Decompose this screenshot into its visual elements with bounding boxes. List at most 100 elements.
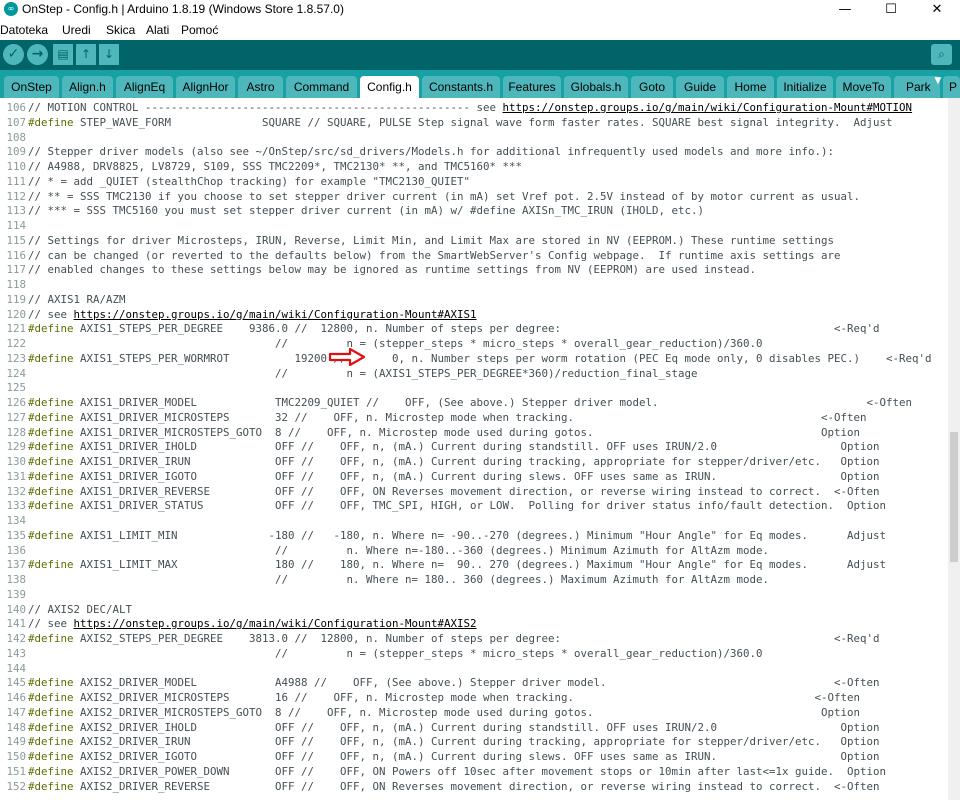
tab-astro[interactable]: Astro xyxy=(238,76,283,98)
arrow-down-icon: ↓ xyxy=(103,47,115,61)
tab-overflow[interactable]: P xyxy=(943,76,960,98)
tab-home[interactable]: Home xyxy=(727,76,774,98)
arrow-up-icon: ↑ xyxy=(80,47,92,61)
code-line: 109// Stepper driver models (also see ~/… xyxy=(0,144,834,159)
menu-file[interactable]: Datoteka xyxy=(0,23,48,37)
tab-onstep[interactable]: OnStep xyxy=(4,76,59,98)
save-sketch-button[interactable]: ↓ xyxy=(99,44,119,65)
url-link[interactable]: https://onstep.groups.io/g/main/wiki/Con… xyxy=(74,617,477,630)
code-line: 145 #define AXIS2_DRIVER_MODEL A4988 // O… xyxy=(0,675,880,690)
url-link[interactable]: https://onstep.groups.io/g/main/wiki/Con… xyxy=(74,308,477,321)
code-text: // n = (stepper_steps * micro_steps * ov… xyxy=(28,337,763,350)
line-number: 127 xyxy=(6,410,26,424)
line-number: 124 xyxy=(6,366,26,380)
code-text: #define AXIS1_STEPS_PER_DEGREE 9386.0 //… xyxy=(28,322,880,336)
code-line: 150 #define AXIS2_DRIVER_IGOTO OFF // OFF… xyxy=(0,749,879,764)
tab-menu-arrow-icon[interactable]: ▼ xyxy=(932,76,944,88)
line-number: 118 xyxy=(6,278,26,291)
new-sketch-button[interactable]: ▤ xyxy=(53,44,73,65)
menu-edit[interactable]: Uredi xyxy=(62,23,91,37)
verify-button[interactable]: ✓ xyxy=(3,44,24,65)
code-text: #define STEP_WAVE_FORM SQUARE // SQUARE,… xyxy=(28,115,893,129)
code-text: #define AXIS2_DRIVER_REVERSE OFF // OFF,… xyxy=(28,779,880,793)
code-text: // enabled changes to these settings bel… xyxy=(28,263,757,277)
tab-features[interactable]: Features xyxy=(503,76,561,98)
maximize-button[interactable]: ☐ xyxy=(868,0,914,19)
code-line: 123 #define AXIS1_STEPS_PER_WORMROT 19200… xyxy=(0,351,932,366)
code-line: 125 xyxy=(0,380,28,395)
tab-initialize[interactable]: Initialize xyxy=(777,76,833,98)
code-text: // AXIS2 DEC/ALT xyxy=(28,602,133,616)
line-number: 123 xyxy=(6,351,26,365)
close-button[interactable]: ✕ xyxy=(914,0,960,19)
window-title: OnStep - Config.h | Arduino 1.8.19 (Wind… xyxy=(22,2,344,16)
define-keyword: #define xyxy=(28,455,74,468)
define-keyword: #define xyxy=(28,499,74,513)
serial-monitor-button[interactable]: ⌕ xyxy=(931,44,952,65)
open-sketch-button[interactable]: ↑ xyxy=(76,44,96,65)
menu-sketch[interactable]: Skica xyxy=(106,23,135,37)
tab-guide[interactable]: Guide xyxy=(676,76,724,98)
line-number: 125 xyxy=(6,381,26,395)
code-line: 149 #define AXIS2_DRIVER_IRUN OFF // OFF,… xyxy=(0,734,879,749)
code-text: // * = add _QUIET (stealthChop tracking)… xyxy=(28,174,471,188)
code-line: 119// AXIS1 RA/AZM xyxy=(0,292,125,307)
code-line: 132 #define AXIS1_DRIVER_REVERSE OFF // O… xyxy=(0,484,879,499)
line-number: 148 xyxy=(6,720,26,734)
tab-alignhor[interactable]: AlignHor xyxy=(176,76,235,98)
code-line: 115// Settings for driver Microsteps, IR… xyxy=(0,233,834,248)
minimize-button[interactable]: — xyxy=(822,0,868,19)
line-number: 135 xyxy=(6,528,26,542)
menu-bar: Datoteka Uredi Skica Alati Pomoć xyxy=(0,21,960,40)
line-number: 119 xyxy=(6,292,26,306)
line-number: 134 xyxy=(6,514,26,527)
line-number: 116 xyxy=(6,248,26,262)
define-keyword: #define xyxy=(28,469,74,483)
code-line: 152 #define AXIS2_DRIVER_REVERSE OFF // O… xyxy=(0,779,880,794)
define-keyword: #define xyxy=(28,691,74,704)
code-line: 112// ** = SSS TMC2130 if you choose to … xyxy=(0,189,860,204)
line-number: 144 xyxy=(6,661,26,675)
code-line: 138 // n. Where n= 180.. 360 (degrees.) … xyxy=(0,572,769,587)
code-line: 126 #define AXIS1_DRIVER_MODEL TMC2209_QU… xyxy=(0,395,912,410)
code-line: 127 #define AXIS1_DRIVER_MICROSTEPS 32 //… xyxy=(0,410,866,425)
code-text: #define AXIS1_DRIVER_MICROSTEPS_GOTO 8 /… xyxy=(28,425,861,439)
menu-tools[interactable]: Alati xyxy=(146,23,169,37)
code-text: #define AXIS2_DRIVER_MODEL A4988 // OFF,… xyxy=(28,676,880,690)
tab-aligneq[interactable]: AlignEq xyxy=(116,76,173,98)
code-line: 142 #define AXIS2_STEPS_PER_DEGREE 3813.0… xyxy=(0,631,879,646)
code-editor[interactable]: 106// MOTION CONTROL -------------------… xyxy=(0,98,948,800)
line-number: 113 xyxy=(6,204,26,218)
code-text: #define AXIS2_DRIVER_IHOLD OFF // OFF, n… xyxy=(28,720,880,734)
code-line: 136 // n. Where n=-180..-360 (degrees.) … xyxy=(0,543,769,558)
line-number: 151 xyxy=(6,764,26,778)
tab-config-h[interactable]: Config.h xyxy=(360,76,419,98)
menu-help[interactable]: Pomoć xyxy=(181,23,218,37)
code-text: #define AXIS1_STEPS_PER_WORMROT 19200 //… xyxy=(28,351,932,365)
upload-button[interactable]: → xyxy=(27,44,48,65)
arduino-logo-icon: ∞ xyxy=(4,2,18,16)
line-number: 147 xyxy=(6,705,26,719)
tab-moveto[interactable]: MoveTo xyxy=(836,76,891,98)
code-line: 120// see https://onstep.groups.io/g/mai… xyxy=(0,307,477,322)
line-number: 110 xyxy=(6,160,26,173)
line-number: 128 xyxy=(6,425,26,439)
tab-constants-h[interactable]: Constants.h xyxy=(422,76,500,98)
code-text: #define AXIS2_DRIVER_POWER_DOWN OFF // O… xyxy=(28,764,887,778)
code-line: 130 #define AXIS1_DRIVER_IRUN OFF // OFF,… xyxy=(0,454,879,469)
define-keyword: #define xyxy=(28,676,74,690)
tab-goto[interactable]: Goto xyxy=(631,76,673,98)
code-line: 114 xyxy=(0,218,28,233)
tab-align-h[interactable]: Align.h xyxy=(62,76,113,98)
tab-command[interactable]: Command xyxy=(286,76,357,98)
scrollbar-thumb[interactable] xyxy=(950,432,958,562)
code-line: 151 #define AXIS2_DRIVER_POWER_DOWN OFF /… xyxy=(0,764,886,779)
toolbar: ✓ → ▤ ↑ ↓ ⌕ xyxy=(0,40,960,70)
define-keyword: #define xyxy=(28,396,74,409)
tab-globals-h[interactable]: Globals.h xyxy=(564,76,628,98)
line-number: 107 xyxy=(6,115,26,129)
define-keyword: #define xyxy=(28,440,74,454)
magnifier-icon: ⌕ xyxy=(938,47,945,61)
code-line: 134 xyxy=(0,513,28,528)
url-link[interactable]: https://onstep.groups.io/g/main/wiki/Con… xyxy=(503,101,913,114)
